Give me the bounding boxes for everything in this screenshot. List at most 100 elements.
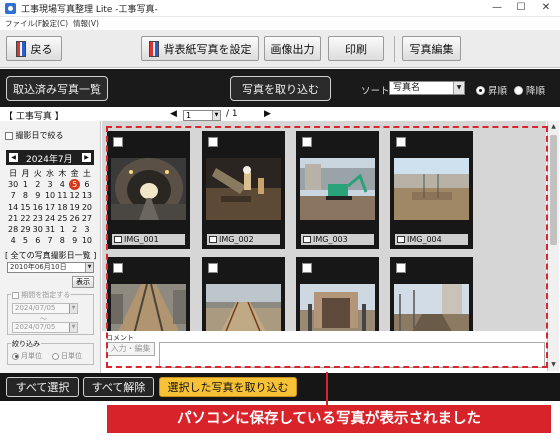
photo-card[interactable] [296,257,379,331]
photo-thumbnail[interactable] [206,158,281,220]
calendar-day[interactable]: 22 [19,213,31,224]
photo-checkbox[interactable] [113,263,123,273]
calendar-day[interactable]: 11 [56,190,68,201]
photo-checkbox[interactable] [302,137,312,147]
photo-thumbnail[interactable] [394,158,469,220]
calendar-day[interactable]: 30 [7,179,19,190]
period-to-select[interactable]: 2024/07/05 ▼ [12,322,78,333]
photo-card[interactable]: IMG_001 [107,131,190,249]
scroll-down-icon[interactable]: ▼ [548,359,559,370]
photo-thumbnail[interactable] [394,284,469,331]
calendar-day[interactable]: 3 [81,224,93,235]
descending-radio[interactable]: 降順 [514,83,545,97]
calendar-day[interactable]: 5 [19,235,31,246]
scroll-thumb[interactable] [550,135,557,245]
menu-file[interactable]: ファイル(F) [5,18,45,29]
print-button[interactable]: 印刷 [328,36,384,61]
photo-card[interactable]: IMG_003 [296,131,379,249]
calendar-day[interactable]: 25 [56,213,68,224]
period-from-select[interactable]: 2024/07/05 ▼ [12,303,78,314]
deselect-all-button[interactable]: すべて解除 [83,377,154,397]
grid-scrollbar[interactable]: ▲ ▼ [547,121,559,371]
filter-by-date-checkbox[interactable]: 撮影日で絞る [5,130,64,141]
set-background-button[interactable]: 背表紙写真を設定 [141,36,259,61]
calendar-day[interactable]: 4 [56,179,68,190]
calendar-day[interactable]: 28 [7,224,19,235]
sort-select[interactable]: 写真名 ▼ [389,81,465,95]
calendar-day[interactable]: 6 [81,179,93,190]
page-select[interactable]: 1 ▼ [183,110,221,121]
calendar-day[interactable]: 2 [68,224,80,235]
calendar-day[interactable]: 9 [32,190,44,201]
calendar-day[interactable]: 6 [32,235,44,246]
photo-checkbox[interactable] [396,263,406,273]
prev-page-button[interactable]: ◀ [170,109,177,119]
photo-edit-button[interactable]: 写真編集 [402,36,461,61]
show-button[interactable]: 表示 [72,276,94,288]
calendar-day[interactable]: 3 [44,179,56,190]
date-list-select[interactable]: 2010年06月10日 ▼ [7,262,94,273]
calendar-day[interactable]: 14 [7,202,19,213]
calendar-day[interactable]: 5 [68,179,81,191]
calendar-next-button[interactable]: ▶ [82,153,91,162]
calendar-day[interactable]: 13 [81,190,93,201]
maximize-button[interactable]: ☐ [510,0,532,16]
photo-thumbnail[interactable] [206,284,281,331]
photo-card[interactable] [107,257,190,331]
photo-checkbox[interactable] [208,263,218,273]
photo-thumbnail[interactable] [300,158,375,220]
import-selected-button[interactable]: 選択した写真を取り込む [159,377,297,397]
calendar-day[interactable]: 18 [56,202,68,213]
calendar-day[interactable]: 26 [68,213,80,224]
calendar-day[interactable]: 24 [44,213,56,224]
select-all-button[interactable]: すべて選択 [6,377,79,397]
calendar-day[interactable]: 21 [7,213,19,224]
calendar-day[interactable]: 29 [19,224,31,235]
photo-card[interactable] [390,257,473,331]
calendar-day[interactable]: 31 [44,224,56,235]
calendar-day[interactable]: 2 [32,179,44,190]
menu-info[interactable]: 情報(V) [73,18,99,29]
calendar-day[interactable]: 1 [19,179,31,190]
photo-card[interactable]: IMG_004 [390,131,473,249]
calendar-day[interactable]: 7 [44,235,56,246]
menu-settings[interactable]: 設定(C) [42,18,68,29]
calendar-day[interactable]: 8 [19,190,31,201]
calendar-day[interactable]: 16 [32,202,44,213]
calendar-day[interactable]: 1 [56,224,68,235]
ascending-radio[interactable]: 昇順 [476,83,507,97]
calendar-day[interactable]: 10 [81,235,93,246]
calendar-day[interactable]: 10 [44,190,56,201]
calendar-day[interactable]: 30 [32,224,44,235]
photo-thumbnail[interactable] [300,284,375,331]
calendar-day[interactable]: 12 [68,190,80,201]
photo-checkbox[interactable] [208,137,218,147]
import-photos-button[interactable]: 写真を取り込む [230,76,331,101]
calendar-day[interactable]: 17 [44,202,56,213]
by-day-radio[interactable]: 日単位 [52,351,82,361]
next-page-button[interactable]: ▶ [264,109,271,119]
period-checkbox[interactable]: 期間を指定する [11,290,72,300]
by-month-radio[interactable]: 月単位 [12,351,42,361]
photo-card[interactable]: IMG_002 [202,131,285,249]
photo-checkbox[interactable] [113,137,123,147]
photo-checkbox[interactable] [396,137,406,147]
back-button[interactable]: 戻る [6,36,62,61]
photo-thumbnail[interactable] [111,158,186,220]
imported-list-button[interactable]: 取込済み写真一覧 [6,76,108,101]
calendar-day[interactable]: 7 [7,190,19,201]
image-output-button[interactable]: 画像出力 [264,36,321,61]
calendar-day[interactable]: 23 [32,213,44,224]
close-button[interactable]: ✕ [535,0,557,16]
calendar-day[interactable]: 9 [68,235,80,246]
calendar-day[interactable]: 4 [7,235,19,246]
minimize-button[interactable]: — [486,0,508,16]
photo-card[interactable] [202,257,285,331]
comment-edit-button[interactable]: 入力・編集 [106,342,155,356]
scroll-up-icon[interactable]: ▲ [548,121,559,132]
calendar-day[interactable]: 15 [19,202,31,213]
calendar-day[interactable]: 20 [81,202,93,213]
photo-thumbnail[interactable] [111,284,186,331]
photo-checkbox[interactable] [302,263,312,273]
calendar-prev-button[interactable]: ◀ [9,153,18,162]
